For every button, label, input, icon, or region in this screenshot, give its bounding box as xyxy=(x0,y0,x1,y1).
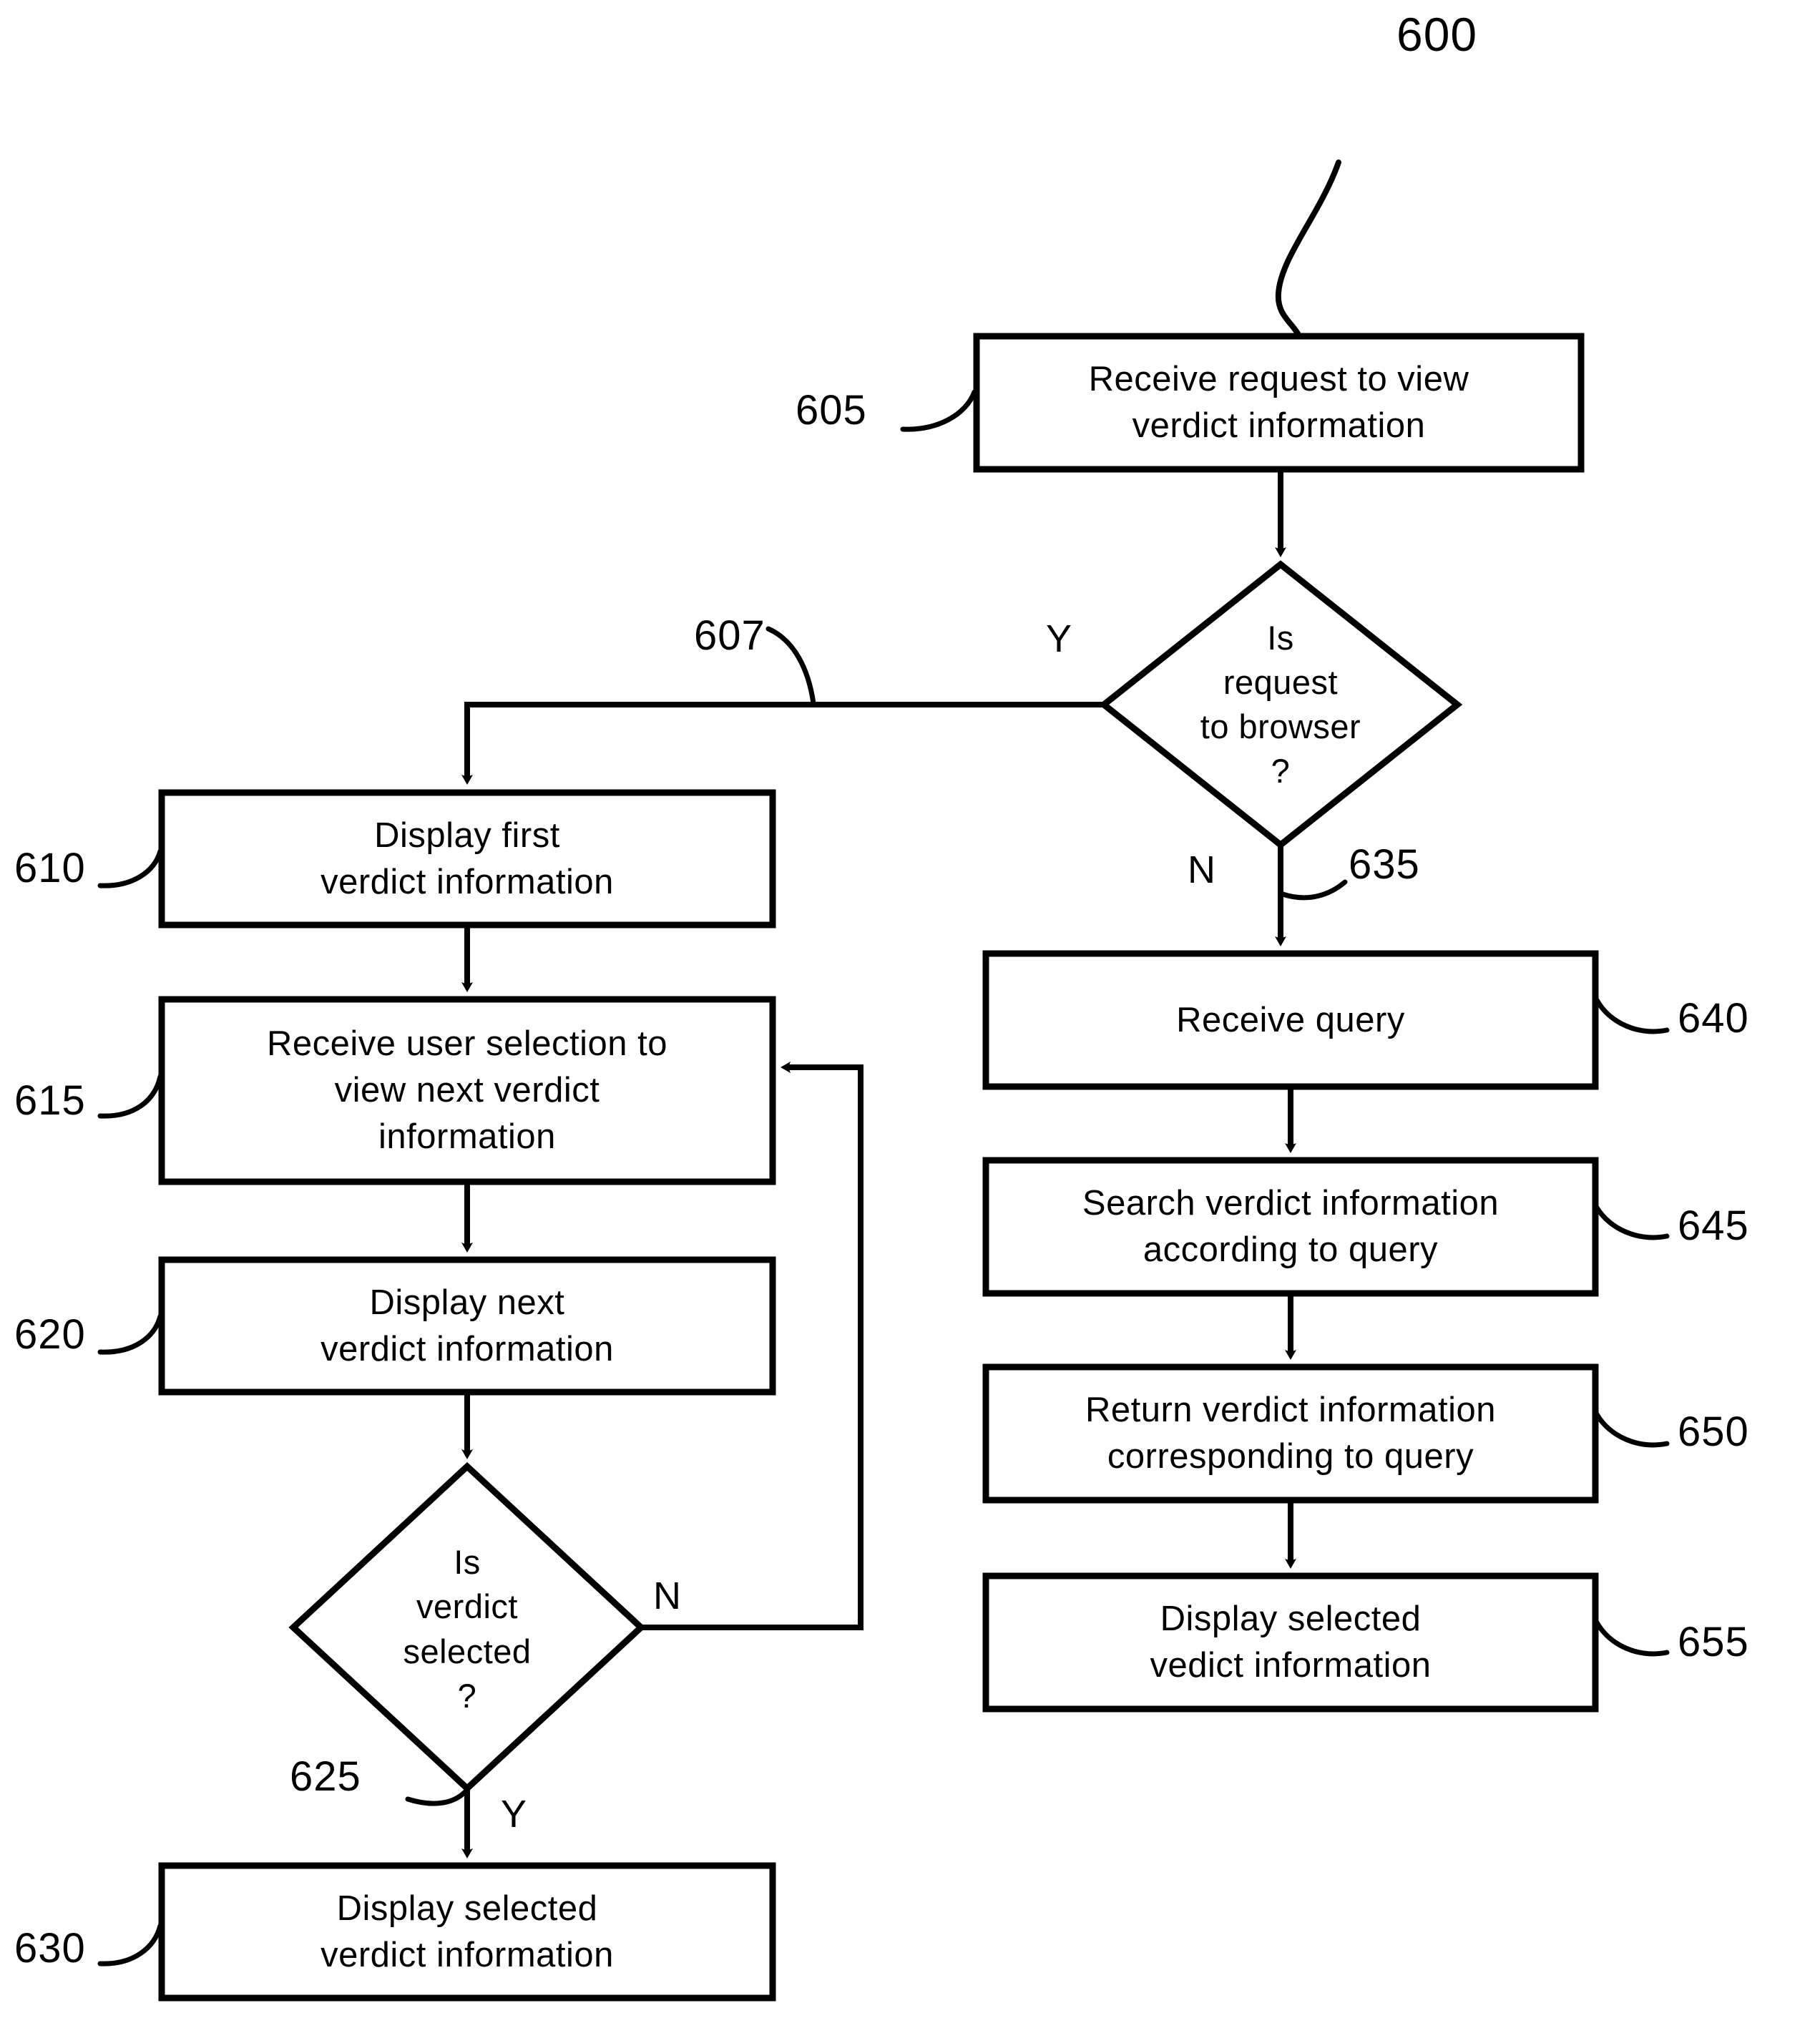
decision-607 xyxy=(1098,560,1463,849)
ref-numeral-655: 655 xyxy=(1678,1619,1749,1665)
ref-numeral-650: 650 xyxy=(1678,1409,1749,1455)
branch-label-selected-no: N xyxy=(653,1574,681,1617)
ref-numeral-610: 610 xyxy=(14,845,86,891)
ref-numeral-615: 615 xyxy=(14,1077,86,1124)
lead-650 xyxy=(1594,1411,1670,1448)
lead-625 xyxy=(405,1789,468,1806)
box-645 xyxy=(982,1157,1599,1297)
lead-630 xyxy=(97,1923,163,1966)
box-655 xyxy=(982,1572,1599,1713)
lead-607 xyxy=(765,626,816,706)
branch-label-browser-no: N xyxy=(1188,848,1215,891)
lead-635 xyxy=(1280,879,1348,901)
lead-605 xyxy=(900,389,977,432)
box-630 xyxy=(158,1862,776,2002)
lead-640 xyxy=(1594,997,1670,1034)
ref-numeral-645: 645 xyxy=(1678,1203,1749,1249)
box-640 xyxy=(982,950,1599,1090)
branch-label-selected-yes: Y xyxy=(501,1793,527,1836)
box-610 xyxy=(158,789,776,929)
ref-numeral-635: 635 xyxy=(1349,841,1420,888)
box-620 xyxy=(158,1256,776,1396)
flowchart-sheet: Receive request to view verdict informat… xyxy=(0,0,1820,2018)
ref-numeral-625: 625 xyxy=(290,1753,361,1800)
lead-610 xyxy=(97,848,163,888)
lead-645 xyxy=(1594,1205,1670,1240)
ref-numeral-600: 600 xyxy=(1396,8,1478,61)
ref-numeral-620: 620 xyxy=(14,1311,86,1358)
box-605 xyxy=(973,333,1585,473)
decision-625 xyxy=(288,1461,646,1793)
box-650 xyxy=(982,1363,1599,1504)
branch-label-browser-yes: Y xyxy=(1046,617,1072,660)
ref-numeral-607: 607 xyxy=(694,612,765,659)
ref-numeral-640: 640 xyxy=(1678,995,1749,1042)
lead-620 xyxy=(97,1313,163,1355)
lead-655 xyxy=(1594,1620,1670,1657)
lead-615 xyxy=(97,1074,163,1119)
flowchart-canvas xyxy=(97,160,1670,2002)
connector-607-610 xyxy=(461,702,1104,785)
ref-numeral-630: 630 xyxy=(14,1925,86,1972)
box-615 xyxy=(158,996,776,1185)
ref-numeral-605: 605 xyxy=(796,387,867,434)
